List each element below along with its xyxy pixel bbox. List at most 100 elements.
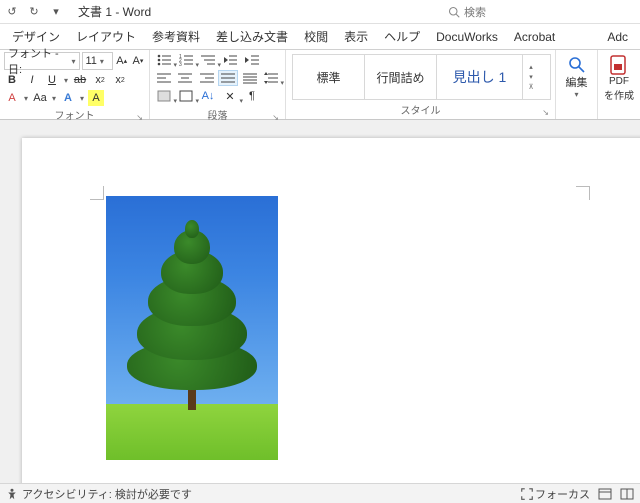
- increase-indent-button[interactable]: [242, 52, 262, 68]
- align-right-button[interactable]: [197, 70, 216, 86]
- bullets-icon: [157, 54, 171, 66]
- multilevel-list-button[interactable]: ▾: [198, 52, 218, 68]
- title-bar: ↺ ↻ ▾ 文書 1 - Word 検索: [0, 0, 640, 24]
- accessibility-icon[interactable]: [6, 488, 18, 500]
- font-size-value: 11: [86, 55, 97, 67]
- bullets-button[interactable]: ▾: [154, 52, 174, 68]
- tab-acrobat[interactable]: Acrobat: [508, 26, 561, 48]
- svg-text:3: 3: [179, 62, 182, 66]
- tab-partial: Adc: [601, 26, 634, 48]
- style-no-spacing[interactable]: 行間詰め: [365, 55, 437, 99]
- chevron-down-icon: ▾: [529, 73, 533, 81]
- find-icon[interactable]: [568, 56, 586, 74]
- tab-view[interactable]: 表示: [338, 24, 374, 49]
- search-icon: [448, 6, 460, 18]
- image-grass: [106, 404, 278, 460]
- case-more-icon[interactable]: ▾: [52, 94, 56, 103]
- tab-references[interactable]: 参考資料: [146, 24, 206, 49]
- group-label-styles: スタイル ↘: [290, 101, 551, 119]
- editing-area[interactable]: [0, 120, 640, 483]
- chevron-down-icon[interactable]: ▾: [574, 90, 578, 99]
- redo-icon[interactable]: ↻: [26, 4, 42, 20]
- search-placeholder: 検索: [464, 4, 486, 20]
- read-mode-icon: [620, 488, 634, 500]
- undo-icon[interactable]: ↺: [4, 4, 20, 20]
- tab-mailings[interactable]: 差し込み文書: [210, 24, 294, 49]
- underline-button[interactable]: U: [44, 72, 60, 88]
- view-print-layout-button[interactable]: [598, 488, 612, 500]
- show-marks-button[interactable]: ¶: [242, 88, 262, 104]
- pdf-label-2[interactable]: を作成: [604, 87, 634, 102]
- focus-mode-button[interactable]: フォーカス: [521, 486, 590, 502]
- align-left-button[interactable]: [154, 70, 173, 86]
- shrink-font-button[interactable]: A▾: [131, 53, 145, 69]
- document-page[interactable]: [22, 138, 640, 483]
- group-editing: 編集 ▾: [556, 50, 598, 119]
- underline-more-icon[interactable]: ▾: [64, 76, 68, 85]
- focus-icon: [521, 488, 533, 500]
- ribbon: フォント - 日: ▾ 11 ▾ A▴ A▾ B I U ▾ ab x2 x2: [0, 50, 640, 120]
- group-pdf: PDF を作成: [598, 50, 640, 119]
- multilevel-icon: [201, 54, 215, 66]
- group-font: フォント - 日: ▾ 11 ▾ A▴ A▾ B I U ▾ ab x2 x2: [0, 50, 150, 119]
- chevron-down-icon: ⊼: [528, 83, 533, 91]
- distribute-button[interactable]: [240, 70, 259, 86]
- effects-more-icon[interactable]: ▾: [80, 94, 84, 103]
- view-read-mode-button[interactable]: [620, 488, 634, 500]
- strikethrough-button[interactable]: ab: [72, 72, 88, 88]
- numbering-button[interactable]: 123 ▾: [176, 52, 196, 68]
- pdf-label-1[interactable]: PDF: [609, 76, 629, 87]
- font-size-combo[interactable]: 11 ▾: [82, 52, 113, 70]
- search-box[interactable]: 検索: [448, 4, 486, 20]
- bold-button[interactable]: B: [4, 72, 20, 88]
- outdent-icon: [223, 54, 237, 66]
- font-name-combo[interactable]: フォント - 日: ▾: [4, 52, 80, 70]
- text-effects-button[interactable]: A: [60, 90, 76, 106]
- quick-access-toolbar: ↺ ↻ ▾: [4, 4, 64, 20]
- pdf-icon[interactable]: [608, 54, 630, 76]
- change-case-button[interactable]: Aa: [32, 90, 48, 106]
- ribbon-tabs: デザイン レイアウト 参考資料 差し込み文書 校閲 表示 ヘルプ DocuWor…: [0, 24, 640, 50]
- group-styles: 標準 行間詰め 見出し 1 ▴ ▾ ⊼ スタイル ↘: [286, 50, 556, 119]
- styles-gallery-more[interactable]: ▴ ▾ ⊼: [523, 55, 539, 99]
- highlight-button[interactable]: A: [88, 90, 104, 106]
- chevron-up-icon: ▴: [529, 63, 533, 71]
- inserted-image[interactable]: [106, 196, 278, 460]
- chevron-down-icon: ▾: [100, 57, 104, 66]
- sort-button[interactable]: A↓: [198, 88, 218, 104]
- style-heading1[interactable]: 見出し 1: [437, 55, 523, 99]
- accessibility-status[interactable]: アクセシビリティ: 検討が必要です: [22, 486, 192, 502]
- numbering-icon: 123: [179, 54, 193, 66]
- status-bar: アクセシビリティ: 検討が必要です フォーカス: [0, 483, 640, 503]
- tab-layout[interactable]: レイアウト: [70, 24, 142, 49]
- font-color-button[interactable]: A: [4, 90, 20, 106]
- borders-button[interactable]: ▾: [176, 88, 196, 104]
- grow-font-button[interactable]: A▴: [115, 53, 129, 69]
- group-paragraph: ▾ 123 ▾ ▾: [150, 50, 286, 119]
- decrease-indent-button[interactable]: [220, 52, 240, 68]
- tab-help[interactable]: ヘルプ: [378, 24, 426, 49]
- style-normal[interactable]: 標準: [293, 55, 365, 99]
- editing-label[interactable]: 編集: [566, 74, 588, 90]
- font-color-more-icon[interactable]: ▾: [24, 94, 28, 103]
- tab-review[interactable]: 校閲: [298, 24, 334, 49]
- styles-gallery: 標準 行間詰め 見出し 1 ▴ ▾ ⊼: [292, 54, 551, 100]
- asian-layout-button[interactable]: ✕▾: [220, 88, 240, 104]
- tab-docuworks[interactable]: DocuWorks: [430, 26, 504, 48]
- italic-button[interactable]: I: [24, 72, 40, 88]
- document-title: 文書 1 - Word: [78, 3, 151, 20]
- shading-button[interactable]: ▾: [154, 88, 174, 104]
- dialog-launcher-icon[interactable]: ↘: [542, 108, 549, 117]
- margin-corner-tl: [90, 186, 104, 200]
- qat-more-icon[interactable]: ▾: [48, 4, 64, 20]
- chevron-down-icon: ▾: [71, 57, 75, 66]
- image-foliage: [185, 220, 199, 238]
- align-center-button[interactable]: [175, 70, 194, 86]
- subscript-button[interactable]: x2: [92, 72, 108, 88]
- superscript-button[interactable]: x2: [112, 72, 128, 88]
- indent-icon: [245, 54, 259, 66]
- margin-corner-tr: [576, 186, 590, 200]
- print-layout-icon: [598, 488, 612, 500]
- line-spacing-button[interactable]: ▾: [261, 70, 280, 86]
- align-justify-button[interactable]: [218, 70, 238, 86]
